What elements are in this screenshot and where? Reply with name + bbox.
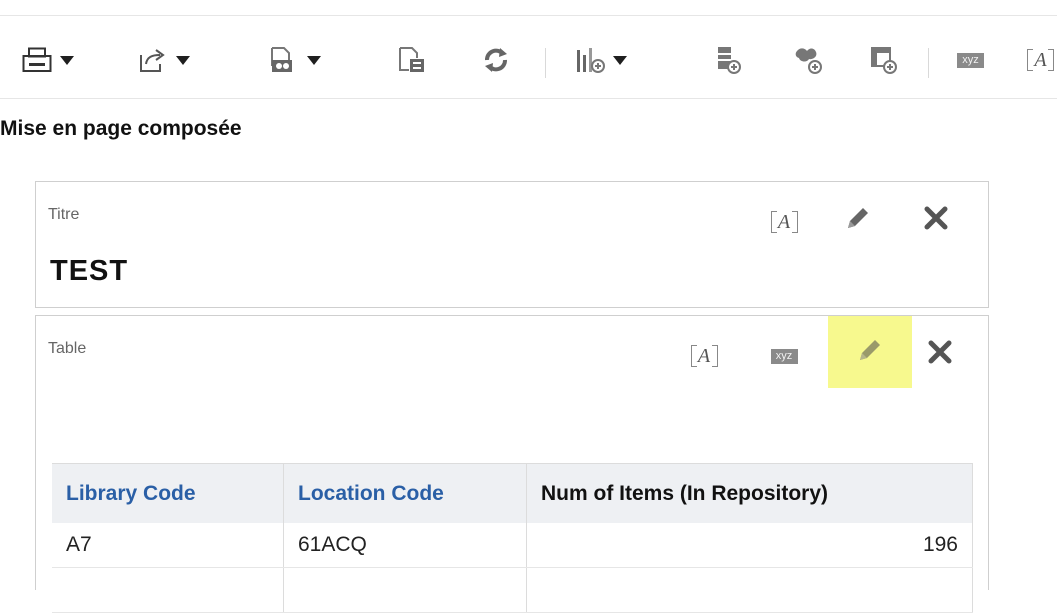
print-preview-button[interactable] <box>269 46 321 74</box>
table-cell <box>283 567 527 613</box>
properties-icon <box>397 46 427 74</box>
new-view-icon <box>575 46 605 74</box>
format-text-icon: A <box>690 345 718 367</box>
table-cell: A7 <box>52 523 284 568</box>
table-cell <box>526 567 973 613</box>
chevron-down-icon <box>176 55 190 65</box>
xyz-icon: xyz <box>957 52 984 68</box>
remove-view-button[interactable] <box>916 200 956 240</box>
report-title: TEST <box>50 255 129 287</box>
xyz-icon: xyz <box>770 348 798 364</box>
table-cell: 61ACQ <box>283 523 527 568</box>
format-values-button[interactable]: xyz <box>764 336 804 376</box>
title-icon: A <box>1027 49 1054 71</box>
chevron-down-icon <box>613 55 627 65</box>
chevron-down-icon <box>60 55 74 65</box>
table-row <box>52 567 973 613</box>
pencil-icon <box>856 336 884 369</box>
format-text-icon: A <box>770 211 798 233</box>
column-header-num-items: Num of Items (In Repository) <box>526 463 973 523</box>
remove-view-button[interactable] <box>920 334 960 374</box>
close-icon <box>928 340 952 369</box>
add-map-icon <box>794 45 824 75</box>
properties-button[interactable] <box>397 46 427 74</box>
data-table: Library Code Location Code Num of Items … <box>52 463 973 613</box>
export-icon <box>138 47 168 73</box>
view-type-label: Table <box>48 340 87 357</box>
add-title-button[interactable]: A <box>1027 46 1054 74</box>
format-view-button[interactable]: A <box>764 202 804 242</box>
new-view-button[interactable] <box>575 46 627 74</box>
edit-view-button[interactable] <box>828 316 912 388</box>
toolbar-divider <box>545 48 546 78</box>
add-pivot-icon <box>869 45 899 75</box>
refresh-icon <box>481 46 511 74</box>
print-icon <box>22 47 52 73</box>
table-header-row: Library Code Location Code Num of Items … <box>52 463 973 523</box>
export-button[interactable] <box>138 46 190 74</box>
table-row: A7 61ACQ 196 <box>52 523 973 568</box>
add-table-icon <box>714 45 744 75</box>
table-cell <box>52 567 284 613</box>
close-icon <box>924 206 948 235</box>
table-cell: 196 <box>526 523 973 568</box>
toolbar: xyz A <box>0 16 1057 99</box>
table-view-panel: Table A xyz Library Code Location Code N… <box>35 315 989 613</box>
format-view-button[interactable]: A <box>684 336 724 376</box>
view-type-label: Titre <box>48 206 80 223</box>
add-table-button[interactable] <box>714 46 744 74</box>
page-title: Mise en page composée <box>0 117 242 140</box>
column-header-library-code[interactable]: Library Code <box>52 463 284 523</box>
add-pivot-button[interactable] <box>869 46 899 74</box>
edit-view-button[interactable] <box>838 200 878 240</box>
xyz-button[interactable]: xyz <box>957 46 984 74</box>
print-button[interactable] <box>22 46 74 74</box>
column-header-location-code[interactable]: Location Code <box>283 463 527 523</box>
pencil-icon <box>844 204 872 237</box>
refresh-button[interactable] <box>481 46 511 74</box>
toolbar-divider <box>928 48 929 78</box>
chevron-down-icon <box>307 55 321 65</box>
add-map-button[interactable] <box>794 46 824 74</box>
title-view-panel: Titre TEST A <box>35 181 989 308</box>
print-preview-icon <box>269 46 299 74</box>
